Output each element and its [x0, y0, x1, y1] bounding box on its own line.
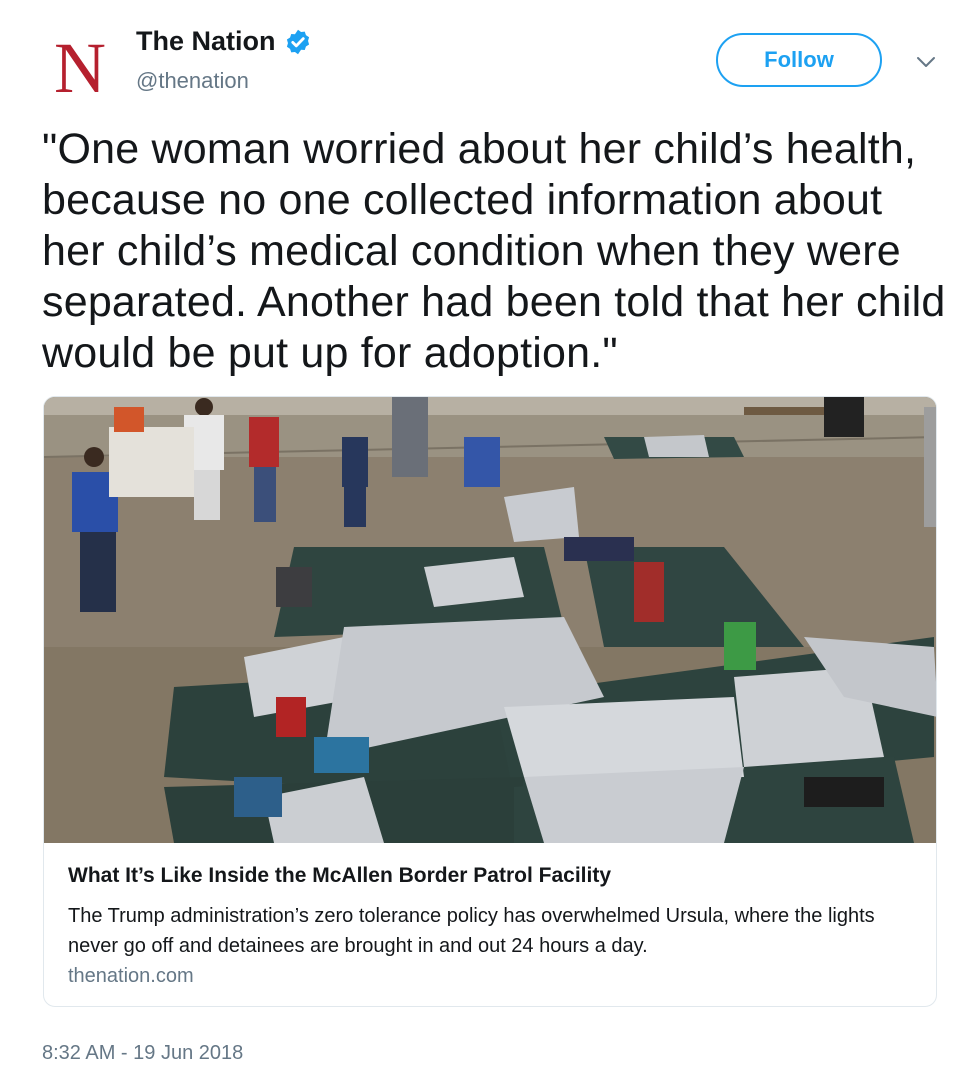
link-preview-card[interactable]: What It’s Like Inside the McAllen Border… — [43, 396, 937, 1007]
verified-badge-icon — [286, 29, 309, 54]
card-description: The Trump administration’s zero toleranc… — [68, 905, 875, 957]
tweet-timestamp[interactable]: 8:32 AM - 19 Jun 2018 — [42, 1042, 243, 1065]
tweet-text: "One woman worried about her child’s hea… — [42, 125, 946, 377]
account-name-row[interactable]: The Nation — [136, 26, 312, 57]
account-avatar[interactable]: N — [42, 30, 118, 106]
follow-button[interactable]: Follow — [716, 33, 882, 87]
card-domain[interactable]: thenation.com — [68, 965, 194, 988]
account-handle[interactable]: @thenation — [136, 68, 249, 94]
tweet-header: N The Nation @thenation Follow — [0, 0, 980, 110]
card-title[interactable]: What It’s Like Inside the McAllen Border… — [68, 864, 611, 888]
chevron-down-icon[interactable] — [914, 52, 938, 72]
logo-letter: N — [54, 28, 106, 108]
card-image — [44, 397, 936, 843]
display-name[interactable]: The Nation — [136, 26, 276, 57]
